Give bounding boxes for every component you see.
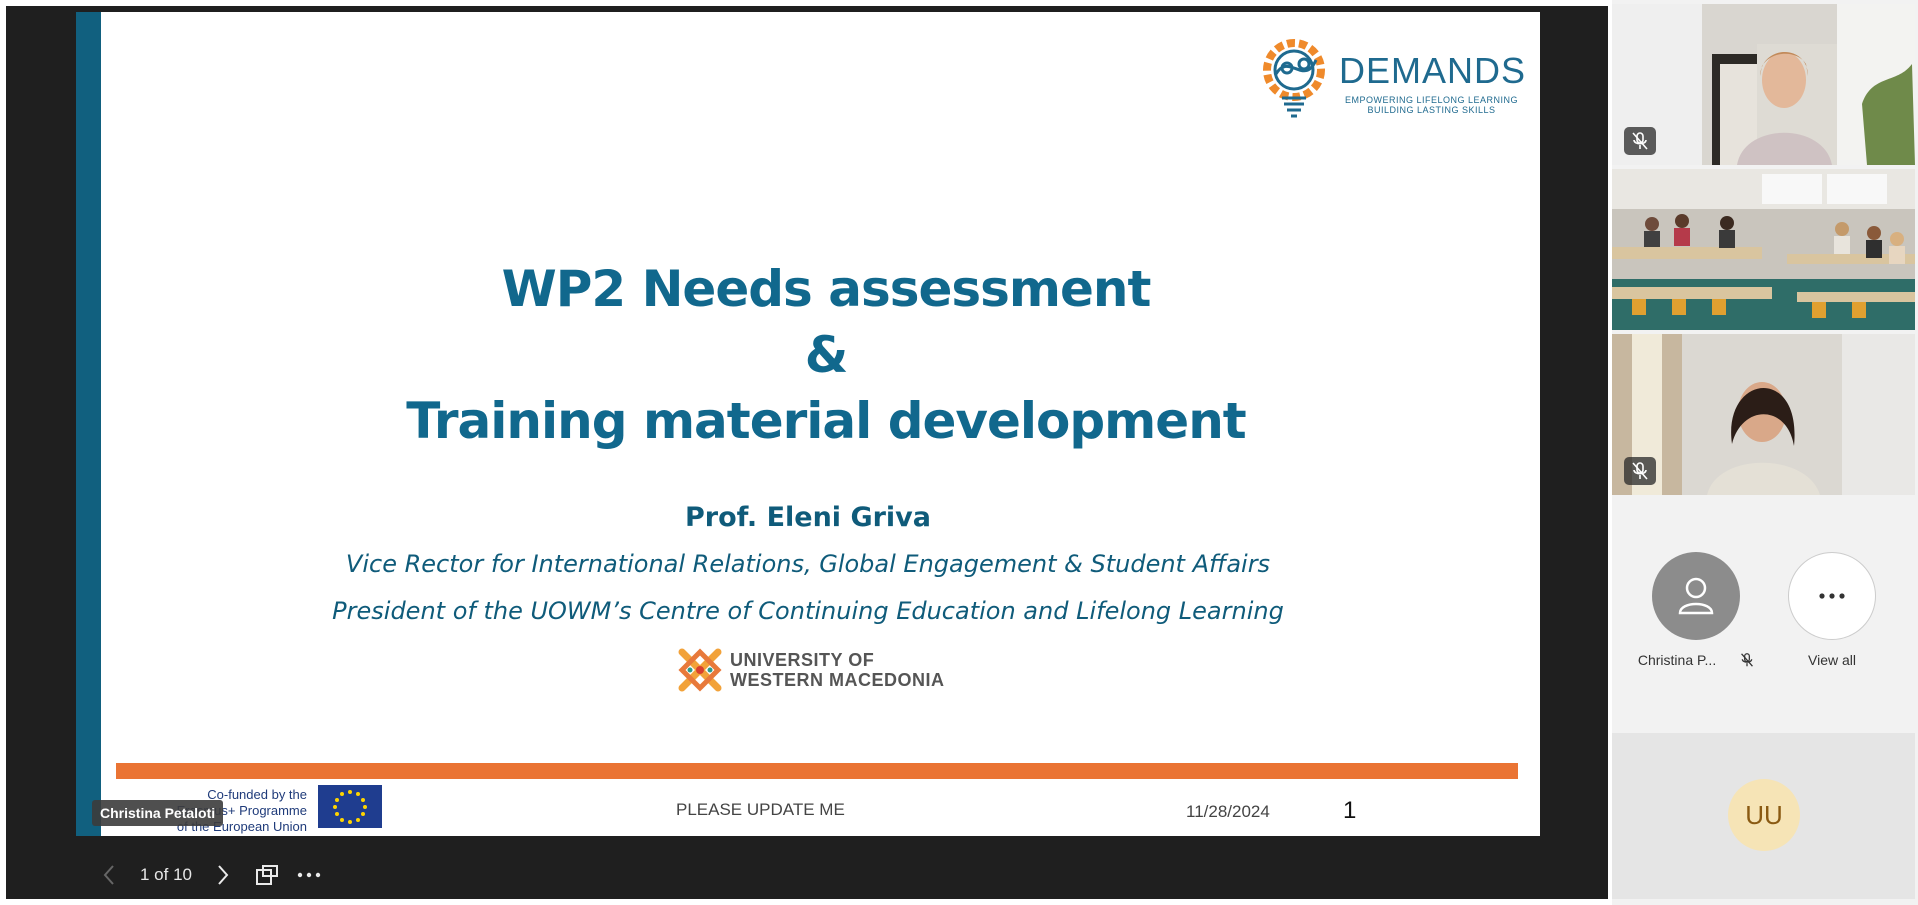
slide-title: WP2 Needs assessment & Training material… (76, 256, 1540, 454)
eu-flag-icon (318, 785, 382, 828)
next-slide-button[interactable] (206, 858, 240, 892)
slide-footer-text: PLEASE UPDATE ME (676, 800, 845, 819)
slide-layout-button[interactable] (250, 858, 284, 892)
chevron-right-icon (218, 865, 229, 885)
slide: DEMANDS EMPOWERING LIFELONG LEARNING BUI… (76, 12, 1540, 836)
mic-off-icon (1632, 132, 1648, 150)
view-all-participants-button[interactable]: View all (1772, 552, 1892, 668)
muted-indicator (1624, 457, 1656, 485)
demands-tagline: EMPOWERING LIFELONG LEARNING BUILDING LA… (1344, 95, 1519, 115)
presenter-organization: President of the UOWM’s Centre of Contin… (332, 597, 1284, 625)
slide-controls: 1 of 10 (92, 858, 326, 892)
presenter-name: Prof. Eleni Griva (684, 502, 932, 533)
university-logo: UNIVERSITY OF WESTERN MACEDONIA (676, 646, 956, 698)
mic-off-icon (1632, 462, 1648, 480)
chevron-left-icon (103, 865, 114, 885)
participant-video-2[interactable] (1612, 169, 1915, 330)
slide-page-number: 1 (1343, 797, 1357, 824)
gear-bulb-logo-icon (1263, 39, 1325, 118)
participant-christina[interactable]: Christina P... (1636, 552, 1756, 668)
slide-title-line-3: Training material development (406, 392, 1246, 450)
person-icon (1678, 577, 1714, 615)
demands-wordmark: DEMANDS (1339, 50, 1527, 91)
meeting-app: DEMANDS EMPOWERING LIFELONG LEARNING BUI… (0, 0, 1918, 905)
view-all-label: View all (1808, 652, 1856, 668)
view-all-circle (1788, 552, 1876, 640)
slide-footer-bar (116, 763, 1518, 779)
more-options-button[interactable] (292, 858, 326, 892)
slide-footer-date: 11/28/2024 (1186, 802, 1270, 821)
slide-title-line-2: & (804, 326, 849, 384)
muted-indicator (1624, 127, 1656, 155)
participant-tile-uu[interactable]: UU (1612, 733, 1915, 899)
presenter-role: Vice Rector for International Relations,… (345, 550, 1271, 578)
active-speaker-tag: Christina Petaloti (92, 800, 224, 826)
avatar (1652, 552, 1740, 640)
university-knot-icon (678, 648, 722, 692)
mic-off-icon (1741, 653, 1754, 667)
previous-slide-button[interactable] (92, 858, 126, 892)
slide-page-indicator: 1 of 10 (140, 865, 192, 884)
participant-video-1[interactable] (1612, 4, 1915, 165)
participant-video-3[interactable] (1612, 334, 1915, 495)
participant-rail: Christina P... View all UU (1612, 0, 1918, 905)
slide-title-line-1: WP2 Needs assessment (501, 260, 1152, 318)
more-icon (297, 872, 321, 878)
more-icon (1819, 593, 1845, 599)
initials-avatar: UU (1728, 779, 1800, 851)
demands-logo: DEMANDS EMPOWERING LIFELONG LEARNING BUI… (1254, 32, 1527, 127)
university-name: UNIVERSITY OF WESTERN MACEDONIA (730, 650, 945, 690)
slide-layout-icon (256, 865, 278, 885)
presentation-stage: DEMANDS EMPOWERING LIFELONG LEARNING BUI… (6, 6, 1608, 899)
participant-name-label: Christina P... (1636, 652, 1756, 668)
